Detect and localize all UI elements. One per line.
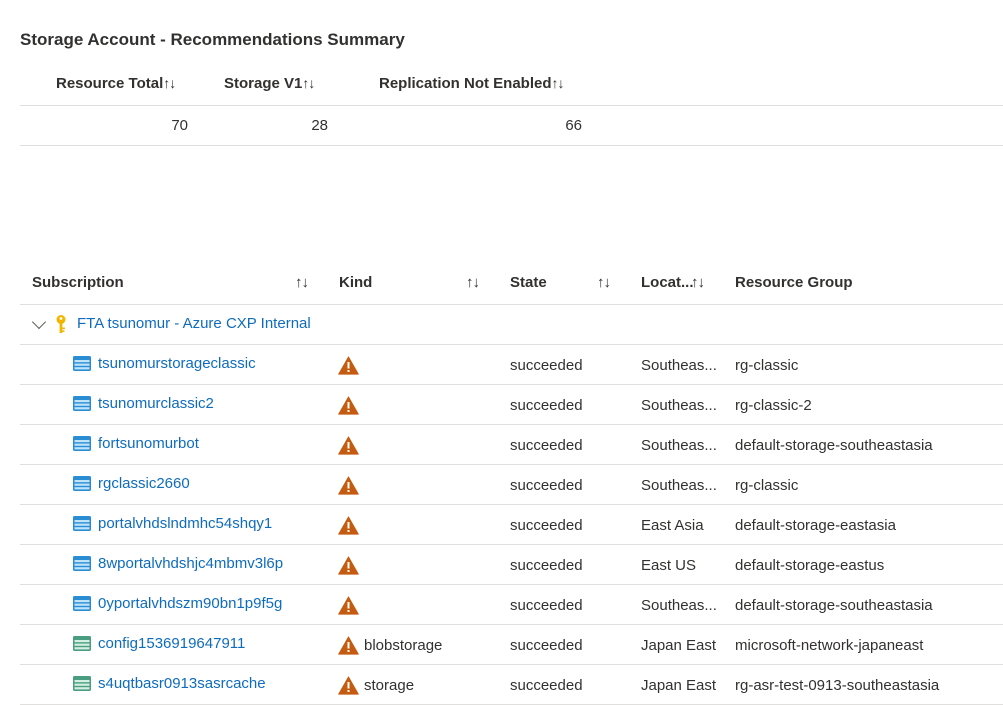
storage-account-name-link[interactable]: 0yportalvhdszm90bn1p9f5g [98,595,282,612]
state-cell: succeeded [510,517,583,534]
location-cell: East Asia [641,517,704,534]
warning-icon [338,556,359,575]
location-cell: Japan East [641,637,717,654]
kind-cell: blobstorage [364,637,443,654]
resource-group-cell: microsoft-network-japaneast [735,637,924,654]
resource-group-cell: rg-classic [735,477,799,494]
storage-account-icon [73,636,91,651]
location-cell: Southeas... [641,477,717,494]
column-header-resource-group[interactable]: Resource Group [735,274,853,291]
state-cell: succeeded [510,397,583,414]
storage-classic-icon [73,356,91,371]
storage-account-name-link[interactable]: s4uqtbasr0913sasrcache [98,675,266,692]
summary-col-resource-total[interactable]: Resource Total↑↓ [56,75,176,92]
state-cell: succeeded [510,477,583,494]
resource-group-cell: default-storage-eastasia [735,517,896,534]
storage-classic-icon [73,396,91,411]
key-icon [56,315,66,333]
state-cell: succeeded [510,557,583,574]
summary-title: Storage Account - Recommendations Summar… [20,30,405,49]
summary-col-label: Storage V1 [224,75,303,92]
table-row[interactable]: portalvhdslndmhc54shqy1 succeeded East Asi… [20,505,1003,545]
storage-classic-icon [73,476,91,491]
summary-col-label: Resource Total [56,75,164,92]
storage-account-name-link[interactable]: rgclassic2660 [98,475,190,492]
state-cell: succeeded [510,437,583,454]
storage-account-name-link[interactable]: portalvhdslndmhc54shqy1 [98,515,272,532]
table-row[interactable]: 0yportalvhdszm90bn1p9f5g succeeded Southea… [20,585,1003,625]
table-row[interactable]: fortsunomurbot succeeded Southeas... defaul… [20,425,1003,465]
storage-account-name-link[interactable]: tsunomurclassic2 [98,395,214,412]
warning-icon [338,356,359,375]
resource-group-cell: rg-classic [735,357,799,374]
location-cell: Southeas... [641,437,717,454]
warning-icon [338,436,359,455]
storage-account-name-link[interactable]: 8wportalvhdshjc4mbmv3l6p [98,555,283,572]
storage-classic-icon [73,596,91,611]
chevron-down-icon[interactable] [31,314,47,330]
column-header-subscription[interactable]: Subscription [32,274,124,291]
resource-group-cell: default-storage-eastus [735,557,885,574]
summary-value-resource-total: 70 [171,117,188,134]
warning-icon [338,596,359,615]
sort-icon[interactable]: ↑↓ [295,274,309,291]
state-cell: succeeded [510,677,583,694]
storage-account-name-link[interactable]: fortsunomurbot [98,435,199,452]
sort-icon: ↑↓ [163,75,176,91]
table-row[interactable]: config1536919647911 blobstorage succeeded J… [20,625,1003,665]
state-cell: succeeded [510,637,583,654]
location-cell: East US [641,557,697,574]
group-label[interactable]: FTA tsunomur - Azure CXP Internal [77,315,311,332]
state-cell: succeeded [510,597,583,614]
table-row[interactable]: tsunomurclassic2 succeeded Southeas... rg-c… [20,385,1003,425]
summary-col-replication-not-enabled[interactable]: Replication Not Enabled↑↓ [379,75,565,92]
kind-cell: storage [364,677,415,694]
resource-group-cell: default-storage-southeastasia [735,437,933,454]
location-cell: Southeas... [641,357,717,374]
table-row[interactable]: tsunomurstorageclassic succeeded Southeas.… [20,345,1003,385]
summary-col-label: Replication Not Enabled [379,75,552,92]
divider [20,105,1003,106]
warning-icon [338,636,359,655]
summary-col-storage-v1[interactable]: Storage V1↑↓ [224,75,315,92]
resource-group-cell: rg-asr-test-0913-southeastasia [735,677,940,694]
sort-icon: ↑↓ [551,75,565,91]
storage-classic-icon [73,516,91,531]
storage-classic-icon [73,556,91,571]
column-header-kind[interactable]: Kind [339,274,372,291]
location-cell: Southeas... [641,397,717,414]
warning-icon [338,396,359,415]
storage-account-name-link[interactable]: tsunomurstorageclassic [98,355,256,372]
divider [20,145,1003,146]
group-row-subscription[interactable]: FTA tsunomur - Azure CXP Internal [20,305,1003,345]
warning-icon [338,516,359,535]
resource-group-cell: rg-classic-2 [735,397,812,414]
summary-value-replication-not-enabled: 66 [565,117,582,134]
resource-group-cell: default-storage-southeastasia [735,597,933,614]
table-row[interactable]: s4uqtbasr0913sasrcache storage succeeded Ja… [20,665,1003,705]
location-cell: Japan East [641,677,717,694]
sort-icon: ↑↓ [302,75,315,91]
table-row[interactable]: rgclassic2660 succeeded Southeas... rg-clas… [20,465,1003,505]
summary-value-storage-v1: 28 [311,117,328,134]
sort-icon[interactable]: ↑↓ [597,274,611,291]
column-header-state[interactable]: State [510,274,547,291]
storage-classic-icon [73,436,91,451]
state-cell: succeeded [510,357,583,374]
sort-icon[interactable]: ↑↓ [691,274,705,291]
sort-icon[interactable]: ↑↓ [466,274,480,291]
location-cell: Southeas... [641,597,717,614]
column-header-location[interactable]: Locat... [641,274,694,291]
warning-icon [338,676,359,695]
warning-icon [338,476,359,495]
table-row[interactable]: 8wportalvhdshjc4mbmv3l6p succeeded East US… [20,545,1003,585]
storage-account-name-link[interactable]: config1536919647911 [98,635,245,652]
